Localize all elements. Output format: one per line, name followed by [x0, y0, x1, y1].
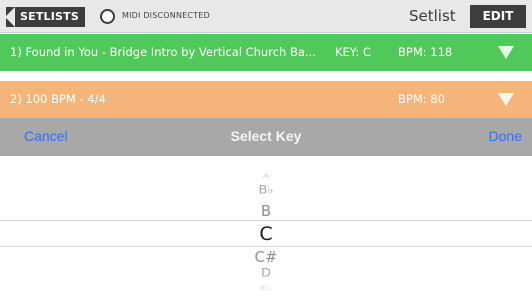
expand-triangle-icon[interactable]: [498, 93, 514, 106]
edit-button[interactable]: EDIT: [470, 5, 526, 28]
picker-selection-top-line: [0, 220, 532, 221]
key-picker-wheel[interactable]: A B♭ B C C# D E♭: [0, 157, 532, 300]
picker-option[interactable]: E♭: [0, 285, 532, 292]
song-row-1[interactable]: 1) Found in You - Bridge Intro by Vertic…: [0, 34, 532, 71]
song-title: 2) 100 BPM - 4/4: [10, 92, 106, 106]
song-row-2[interactable]: 2) 100 BPM - 4/4 BPM: 80: [0, 81, 532, 118]
picker-title: Select Key: [230, 128, 302, 144]
song-bpm: BPM: 80: [398, 92, 445, 106]
setlists-back-button[interactable]: SETLISTS: [5, 7, 85, 27]
picker-option[interactable]: D: [0, 267, 532, 281]
done-button[interactable]: Done: [489, 128, 522, 144]
midi-status-icon: [100, 9, 115, 24]
midi-status-label: MIDI DISCONNECTED: [122, 11, 210, 20]
page-title: Setlist: [409, 7, 456, 25]
song-key: KEY: C: [335, 45, 371, 59]
picker-option[interactable]: B♭: [0, 184, 532, 197]
song-bpm: BPM: 118: [398, 45, 453, 59]
picker-toolbar: Cancel Select Key Done: [0, 118, 532, 156]
song-title: 1) Found in You - Bridge Intro by Vertic…: [10, 45, 316, 59]
picker-option[interactable]: A: [0, 173, 532, 180]
expand-triangle-icon[interactable]: [498, 46, 514, 59]
picker-selection-bottom-line: [0, 246, 532, 247]
picker-option-selected[interactable]: C: [0, 223, 532, 245]
picker-option[interactable]: C#: [0, 248, 532, 266]
top-nav-bar: SETLISTS MIDI DISCONNECTED Setlist EDIT: [0, 0, 532, 33]
picker-option[interactable]: B: [0, 202, 532, 220]
